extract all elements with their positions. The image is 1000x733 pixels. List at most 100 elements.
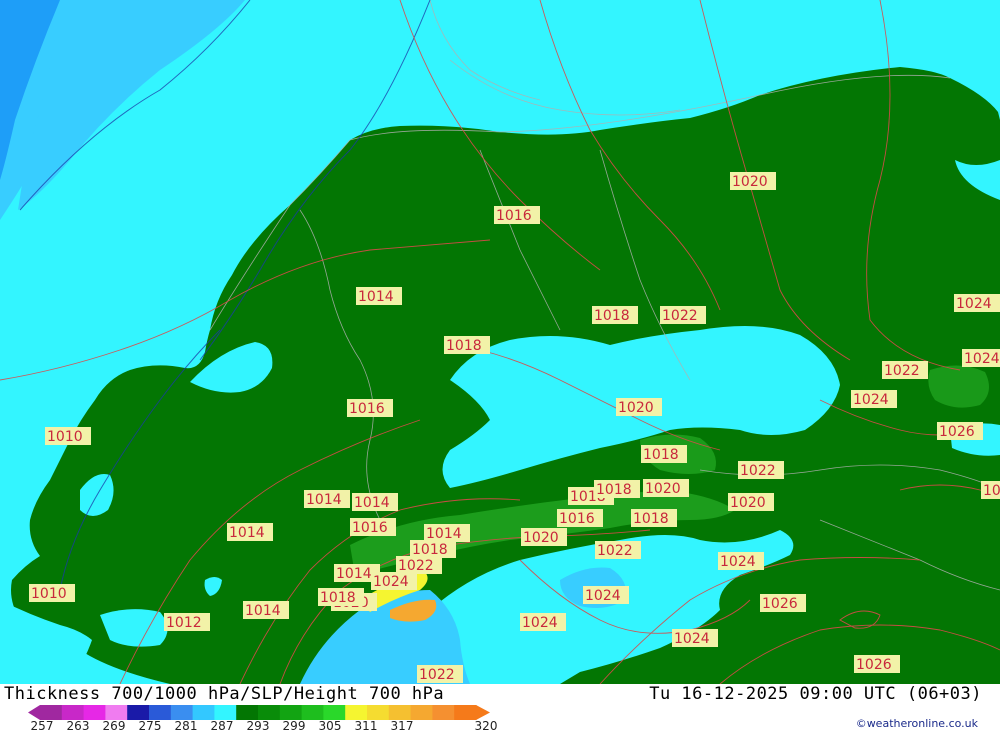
isobar-label: 1020 (730, 172, 776, 190)
scale-swatch (214, 705, 237, 720)
svg-text:1024: 1024 (585, 588, 621, 604)
scale-tick-label: 317 (390, 719, 414, 733)
svg-text:1024: 1024 (956, 296, 992, 312)
isobar-label: 1024 (851, 390, 897, 408)
isobar-label: 1016 (350, 518, 396, 536)
isobar-label: 1022 (660, 306, 706, 324)
svg-text:1022: 1022 (597, 543, 633, 559)
isobar-label: 1018 (410, 540, 456, 558)
scale-swatch (61, 705, 85, 720)
svg-text:1022: 1022 (884, 363, 920, 379)
svg-text:1018: 1018 (596, 482, 632, 498)
isobar-label: 1014 (243, 601, 289, 619)
scale-tick-label: 320 (474, 719, 498, 733)
scale-swatch (367, 705, 390, 720)
scale-tick-label: 281 (174, 719, 198, 733)
svg-text:1010: 1010 (47, 429, 83, 445)
scale-swatch (410, 705, 433, 720)
svg-text:1020: 1020 (730, 495, 766, 511)
isobar-label: 1020 (521, 528, 567, 546)
svg-text:1016: 1016 (352, 520, 388, 536)
svg-text:1020: 1020 (732, 174, 768, 190)
svg-text:1022: 1022 (419, 667, 455, 683)
svg-text:1018: 1018 (643, 447, 679, 463)
scale-swatch (105, 705, 128, 720)
color-scale-bar (28, 705, 490, 720)
isobar-label: 1018 (444, 336, 490, 354)
scale-swatch (345, 705, 368, 720)
isobar-label: 1012 (164, 613, 210, 631)
svg-text:1018: 1018 (320, 590, 356, 606)
isobar-label: 1024 (962, 349, 1000, 367)
svg-text:1026: 1026 (856, 657, 892, 673)
scale-swatch (454, 705, 477, 720)
isobar-label: 1024 (371, 572, 417, 590)
svg-text:1014: 1014 (426, 526, 462, 542)
isobar-label: 1026 (760, 594, 806, 612)
source-credit: ©weatheronline.co.uk (855, 717, 978, 730)
svg-text:1012: 1012 (166, 615, 202, 631)
isobar-label: 1024 (954, 294, 1000, 312)
isobar-label: 1024 (718, 552, 764, 570)
isobar-label: 1014 (356, 287, 402, 305)
scale-swatch (170, 705, 194, 720)
weather-map-view: 1016 1020 1014 1018 1018 1022 1024 1010 … (0, 0, 1000, 733)
svg-text:1018: 1018 (594, 308, 630, 324)
scale-arrow-left (28, 705, 40, 720)
svg-text:1016: 1016 (983, 483, 1000, 499)
isobar-label: 1018 (318, 588, 364, 606)
scale-tick-label: 257 (30, 719, 54, 733)
svg-text:1016: 1016 (349, 401, 385, 417)
isobar-label: 1024 (520, 613, 566, 631)
isobar-label: 1014 (424, 524, 470, 542)
isobar-label: 1010 (45, 427, 91, 445)
isobar-label: 1018 (641, 445, 687, 463)
isobar-label: 1026 (937, 422, 983, 440)
scale-tick-label: 263 (66, 719, 90, 733)
bright-green-patch-southeast (928, 365, 989, 408)
svg-text:1014: 1014 (354, 495, 390, 511)
isobar-label: 1018 (631, 509, 677, 527)
svg-text:1018: 1018 (412, 542, 448, 558)
svg-text:1024: 1024 (853, 392, 889, 408)
isobar-label: 1022 (882, 361, 928, 379)
svg-text:1026: 1026 (939, 424, 975, 440)
thickness-map: 1016 1020 1014 1018 1018 1022 1024 1010 … (0, 0, 1000, 684)
map-timestamp: Tu 16-12-2025 09:00 UTC (06+03) (649, 684, 982, 704)
isobar-label: 1022 (417, 665, 463, 683)
svg-text:1014: 1014 (229, 525, 265, 541)
svg-text:1024: 1024 (720, 554, 756, 570)
svg-text:1024: 1024 (373, 574, 409, 590)
isobar-label: 1018 (594, 480, 640, 498)
isobar-label: 1010 (29, 584, 75, 602)
scale-tick-label: 293 (246, 719, 270, 733)
scale-swatch (127, 705, 150, 720)
scale-tick-label: 269 (102, 719, 126, 733)
svg-text:1016: 1016 (496, 208, 532, 224)
isobar-label: 1014 (227, 523, 273, 541)
isobar-label: 1020 (728, 493, 774, 511)
svg-text:1020: 1020 (523, 530, 559, 546)
isobar-label: 1016 (557, 509, 603, 527)
svg-text:1020: 1020 (618, 400, 654, 416)
svg-text:1014: 1014 (245, 603, 281, 619)
isobar-label: 1014 (352, 493, 398, 511)
scale-tick-label: 299 (282, 719, 306, 733)
scale-arrow-right (476, 705, 490, 720)
isobar-label: 1016 (494, 206, 540, 224)
svg-text:1010: 1010 (31, 586, 67, 602)
isobar-label: 1022 (738, 461, 784, 479)
isobar-label: 1020 (643, 479, 689, 497)
svg-text:1026: 1026 (762, 596, 798, 612)
scale-tick-label: 275 (138, 719, 162, 733)
scale-swatch (432, 705, 455, 720)
isobar-label: 1014 (304, 490, 350, 508)
svg-text:1022: 1022 (662, 308, 698, 324)
isobar-label: 1026 (854, 655, 900, 673)
svg-text:1024: 1024 (964, 351, 1000, 367)
svg-text:1018: 1018 (633, 511, 669, 527)
isobar-label: 1020 (616, 398, 662, 416)
scale-swatch (258, 705, 281, 720)
svg-text:1024: 1024 (674, 631, 710, 647)
scale-tick-label: 311 (354, 719, 378, 733)
